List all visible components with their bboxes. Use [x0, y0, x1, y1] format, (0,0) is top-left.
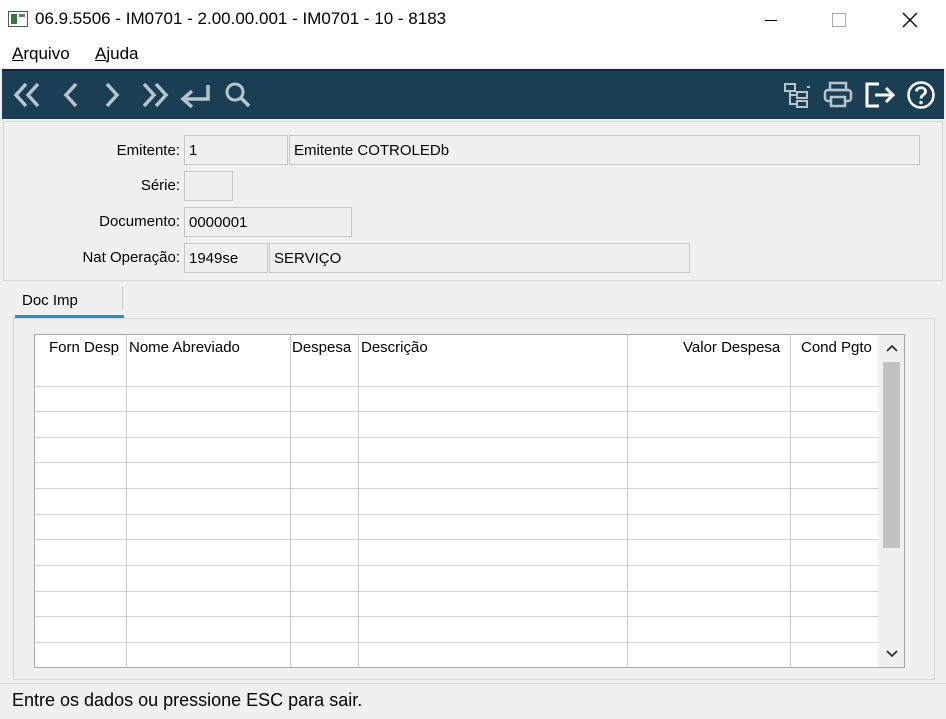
print-icon	[823, 81, 853, 108]
print-button[interactable]	[820, 79, 856, 111]
tab-doc-imp-label: Doc Imp	[22, 292, 78, 309]
tab-separator	[122, 287, 123, 309]
menu-bar: Arquivo Ajuda	[0, 40, 946, 68]
serie-label: Série:	[140, 177, 180, 194]
column-header-despesa[interactable]: Despesa	[292, 339, 351, 356]
column-header-forn-desp[interactable]: Forn Desp	[49, 339, 119, 356]
help-icon	[907, 81, 935, 109]
column-divider	[790, 335, 791, 667]
nat-operacao-label: Nat Operação:	[82, 249, 180, 266]
documento-label: Documento:	[99, 213, 180, 230]
return-button[interactable]	[178, 79, 214, 111]
serie-field[interactable]	[184, 171, 233, 201]
exit-icon	[865, 82, 896, 108]
return-icon	[180, 85, 210, 109]
column-divider	[358, 335, 359, 667]
grid-vertical-scrollbar[interactable]	[878, 335, 904, 667]
chevron-up-icon	[885, 344, 898, 352]
emitente-code-field[interactable]: 1	[184, 135, 288, 165]
tree-view-button[interactable]	[780, 79, 814, 111]
menu-ajuda-accelerator: A	[95, 44, 107, 63]
row-divider	[35, 565, 878, 566]
minimize-icon	[765, 19, 777, 21]
row-divider	[35, 462, 878, 463]
expense-grid[interactable]: Forn Desp Nome Abreviado Despesa Descriç…	[34, 334, 905, 668]
application-window: 06.9.5506 - IM0701 - 2.00.00.001 - IM070…	[0, 0, 946, 719]
toolbar	[2, 69, 944, 119]
nat-operacao-description-field: SERVIÇO	[269, 243, 690, 273]
help-button[interactable]	[904, 79, 938, 111]
row-divider	[35, 488, 878, 489]
close-icon	[902, 12, 918, 28]
maximize-icon	[832, 13, 846, 27]
column-header-cond-pgto[interactable]: Cond Pgto	[801, 339, 872, 356]
first-icon	[13, 82, 40, 108]
last-icon	[142, 82, 169, 108]
scroll-up-button[interactable]	[878, 335, 904, 361]
status-bar: Entre os dados ou pressione ESC para sai…	[0, 683, 946, 719]
search-icon	[225, 82, 251, 108]
row-divider	[35, 539, 878, 540]
scroll-thumb[interactable]	[883, 362, 900, 548]
row-divider	[35, 437, 878, 438]
prev-icon	[63, 82, 78, 108]
title-bar: 06.9.5506 - IM0701 - 2.00.00.001 - IM070…	[0, 0, 946, 40]
emitente-label: Emitente:	[116, 142, 180, 159]
first-record-button[interactable]	[10, 79, 46, 111]
chevron-down-icon	[885, 650, 898, 658]
tab-doc-imp[interactable]: Doc Imp	[15, 288, 125, 318]
documento-field[interactable]: 0000001	[184, 207, 352, 237]
column-divider	[627, 335, 628, 667]
previous-record-button[interactable]	[56, 79, 86, 111]
row-divider	[35, 386, 878, 387]
window-title: 06.9.5506 - IM0701 - 2.00.00.001 - IM070…	[35, 9, 447, 28]
row-divider	[35, 591, 878, 592]
row-divider	[35, 411, 878, 412]
next-icon	[105, 82, 120, 108]
status-message: Entre os dados ou pressione ESC para sai…	[12, 690, 363, 710]
emitente-name-field: Emitente COTROLEDb	[289, 135, 920, 165]
column-divider	[290, 335, 291, 667]
minimize-button[interactable]	[748, 0, 794, 40]
menu-ajuda-label: juda	[106, 44, 139, 63]
column-divider	[126, 335, 127, 667]
row-divider	[35, 616, 878, 617]
app-icon	[8, 11, 28, 27]
nat-operacao-code-field[interactable]: 1949se	[184, 243, 268, 273]
next-record-button[interactable]	[97, 79, 127, 111]
menu-arquivo-accelerator: A	[12, 44, 24, 63]
menu-ajuda[interactable]: Ajuda	[95, 44, 138, 64]
scroll-down-button[interactable]	[878, 641, 904, 667]
column-header-nome-abreviado[interactable]: Nome Abreviado	[129, 339, 240, 356]
column-header-descricao[interactable]: Descrição	[361, 339, 428, 356]
close-button[interactable]	[887, 0, 933, 40]
maximize-button[interactable]	[816, 0, 862, 40]
tree-icon	[784, 83, 810, 108]
menu-arquivo[interactable]: Arquivo	[12, 44, 70, 64]
column-header-valor-despesa[interactable]: Valor Despesa	[683, 339, 780, 356]
search-button[interactable]	[222, 79, 254, 111]
exit-button[interactable]	[862, 79, 898, 111]
last-record-button[interactable]	[136, 79, 172, 111]
row-divider	[35, 642, 878, 643]
row-divider	[35, 514, 878, 515]
menu-arquivo-label: rquivo	[23, 44, 70, 63]
